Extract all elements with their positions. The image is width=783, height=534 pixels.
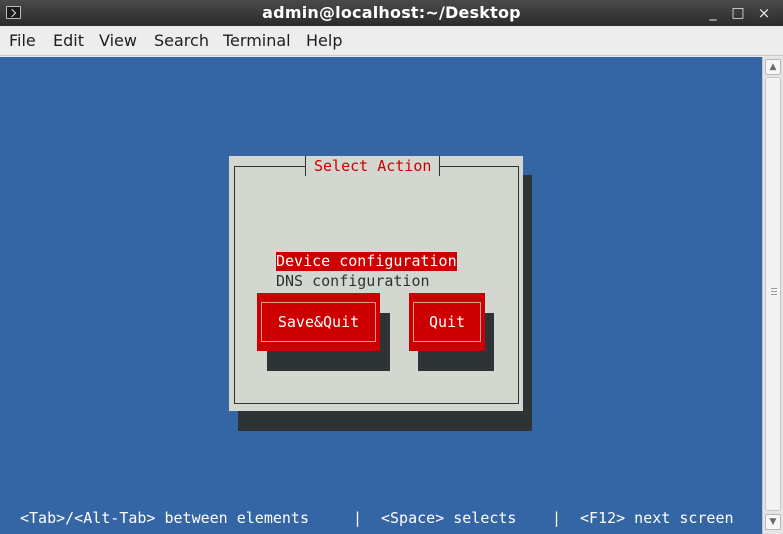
option-dns-configuration[interactable]: DNS configuration — [276, 272, 430, 291]
menu-search[interactable]: Search — [154, 26, 209, 56]
help-f12: <F12> next screen — [580, 509, 734, 527]
window-title: admin@localhost:~/Desktop — [262, 3, 521, 22]
menu-edit[interactable]: Edit — [53, 26, 84, 56]
menu-view[interactable]: View — [99, 26, 137, 56]
help-separator: | — [353, 509, 363, 527]
dialog-title: Select Action — [305, 156, 441, 176]
quit-button-label: Quit — [413, 302, 481, 342]
menu-help[interactable]: Help — [306, 26, 342, 56]
vertical-scrollbar[interactable]: ▲ ▼ — [762, 57, 783, 534]
select-action-dialog: Select Action Device configuration DNS c… — [229, 156, 523, 411]
save-quit-button-label: Save&Quit — [261, 302, 376, 342]
help-line: <Tab>/<Alt-Tab> between elements | <Spac… — [0, 508, 762, 528]
close-button[interactable]: × — [755, 4, 773, 22]
title-bar: admin@localhost:~/Desktop _ □ × — [0, 0, 783, 26]
help-separator: | — [552, 509, 562, 527]
menu-file[interactable]: File — [9, 26, 36, 56]
option-device-configuration[interactable]: Device configuration — [276, 252, 457, 271]
terminal-area[interactable]: Select Action Device configuration DNS c… — [0, 57, 762, 534]
menu-terminal[interactable]: Terminal — [223, 26, 291, 56]
help-tab: <Tab>/<Alt-Tab> between elements — [20, 509, 309, 527]
scrollbar-thumb[interactable] — [765, 77, 781, 511]
grip-icon — [771, 288, 777, 295]
chevron-down-icon[interactable]: ▼ — [765, 514, 781, 530]
menu-bar: File Edit View Search Terminal Help — [0, 26, 783, 56]
save-quit-button[interactable]: Save&Quit — [257, 293, 380, 351]
help-space: <Space> selects — [381, 509, 517, 527]
maximize-button[interactable]: □ — [729, 4, 747, 22]
quit-button[interactable]: Quit — [409, 293, 485, 351]
minimize-button[interactable]: _ — [704, 4, 722, 22]
terminal-window: admin@localhost:~/Desktop _ □ × File Edi… — [0, 0, 783, 534]
chevron-up-icon[interactable]: ▲ — [765, 59, 781, 75]
